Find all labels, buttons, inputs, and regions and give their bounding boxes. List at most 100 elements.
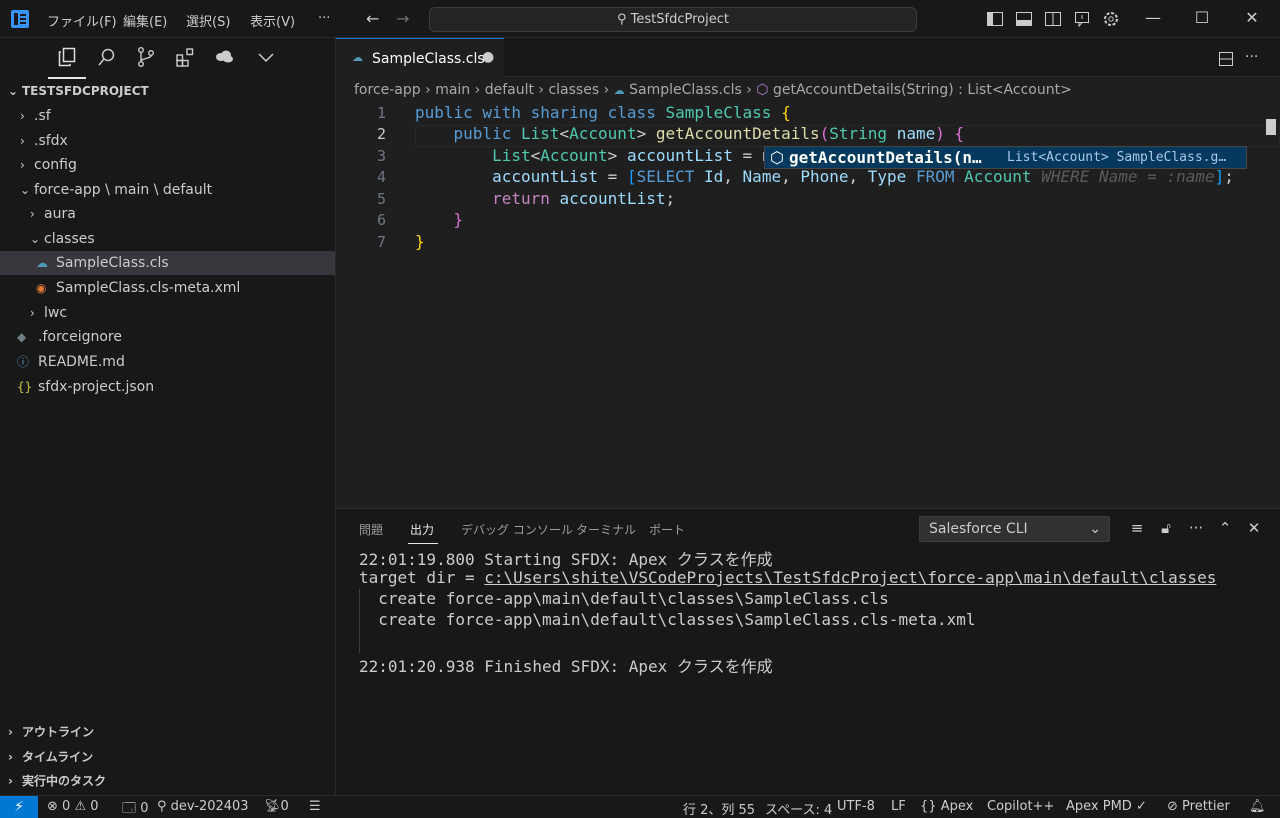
- tab-problems[interactable]: 問題: [359, 521, 383, 538]
- minimize-icon[interactable]: —: [1143, 8, 1163, 27]
- encoding[interactable]: UTF-8: [837, 799, 875, 814]
- breadcrumb-item[interactable]: SampleClass.cls: [629, 82, 742, 98]
- more-actions-icon[interactable]: ···: [1187, 519, 1205, 537]
- gear-icon[interactable]: [1102, 10, 1120, 28]
- more-actions-icon[interactable]: ···: [1245, 49, 1258, 65]
- tree-item-classes[interactable]: ⌄ classes: [0, 227, 335, 251]
- indentation[interactable]: スペース: 4: [765, 799, 832, 818]
- menu-lines-icon[interactable]: ☰: [309, 799, 321, 814]
- error-icon: ⊗: [47, 799, 58, 814]
- line-number: 1: [376, 104, 386, 122]
- vscode-logo-icon[interactable]: [10, 9, 30, 29]
- tab-terminal[interactable]: ターミナル: [576, 521, 636, 538]
- section-outline[interactable]: › アウトライン: [0, 720, 335, 744]
- chevron-right-icon: ›: [474, 82, 485, 98]
- menu-view[interactable]: 表示(V): [250, 11, 295, 30]
- tree-item-label: classes: [44, 231, 95, 247]
- menu-selection[interactable]: 選択(S): [186, 11, 230, 30]
- breadcrumb-item[interactable]: classes: [548, 82, 599, 98]
- back-arrow-icon[interactable]: ←: [366, 9, 379, 28]
- tree-item-label: SampleClass.cls: [56, 255, 169, 271]
- menu-edit[interactable]: 編集(E): [123, 11, 167, 30]
- tab-output[interactable]: 出力: [410, 521, 434, 538]
- tree-item-lwc[interactable]: › lwc: [0, 301, 335, 325]
- extensions-icon[interactable]: [174, 46, 196, 68]
- source-control-icon[interactable]: [135, 46, 157, 68]
- tab-sampleclass-cls[interactable]: ☁ SampleClass.cls ●: [336, 38, 504, 78]
- bottom-panel: 問題 出力 デバッグ コンソール ターミナル ポート Salesforce CL…: [336, 508, 1280, 795]
- section-timeline[interactable]: › タイムライン: [0, 745, 335, 769]
- tree-item-config[interactable]: › config: [0, 153, 335, 177]
- diamond-icon: ◆: [17, 330, 27, 344]
- menu-more[interactable]: ···: [318, 11, 330, 26]
- tree-item-sampleclass-meta[interactable]: ◉ SampleClass.cls-meta.xml: [0, 276, 335, 300]
- line-number: 3: [376, 147, 386, 165]
- tree-item-readme[interactable]: ⓘ README.md: [0, 350, 335, 374]
- search-icon[interactable]: [96, 46, 118, 68]
- plug-icon: ⚲: [157, 799, 167, 814]
- json-icon: {}: [17, 380, 33, 394]
- suggestion-widget[interactable]: ⬡ getAccountDetails(n… List<Account> Samp…: [764, 146, 1247, 169]
- tree-item-sf[interactable]: › .sf: [0, 104, 335, 128]
- breadcrumb-item[interactable]: main: [435, 82, 470, 98]
- eol[interactable]: LF: [891, 799, 906, 814]
- tree-item-label: .sfdx: [34, 133, 68, 149]
- tree-item-sfdx[interactable]: › .sfdx: [0, 129, 335, 153]
- breadcrumb-item[interactable]: default: [485, 82, 534, 98]
- remote-indicator-icon[interactable]: ⚡: [0, 796, 38, 818]
- output-channel-select[interactable]: Salesforce CLI ⌄: [919, 516, 1110, 542]
- target-dir-link[interactable]: c:\Users\shite\VSCodeProjects\TestSfdcPr…: [484, 568, 1216, 587]
- notifications-bell-icon[interactable]: 🔔︎: [1249, 799, 1266, 814]
- salesforce-file-icon: ☁: [352, 51, 363, 64]
- section-running-tasks[interactable]: › 実行中のタスク: [0, 769, 335, 793]
- forward-arrow-icon[interactable]: →: [396, 9, 409, 28]
- feedback-icon[interactable]: [1073, 10, 1091, 28]
- tree-item-aura[interactable]: › aura: [0, 202, 335, 226]
- tree-item-sfdx-project[interactable]: {} sfdx-project.json: [0, 375, 335, 399]
- command-center-search[interactable]: ⚲ TestSfdcProject: [429, 7, 917, 32]
- chevron-down-icon: ⌄: [8, 84, 19, 98]
- editor-tab-bar: ☁ SampleClass.cls ● ···: [336, 38, 1280, 78]
- ports-indicator[interactable]: 🗔︎ 0: [122, 799, 149, 818]
- language-mode[interactable]: {} Apex: [920, 799, 973, 814]
- chevron-down-icon[interactable]: [255, 46, 277, 68]
- toggle-secondary-sidebar-icon[interactable]: [1044, 10, 1062, 28]
- breadcrumb-item[interactable]: getAccountDetails(String) : List<Account…: [773, 82, 1072, 98]
- maximize-icon[interactable]: ☐: [1192, 8, 1212, 27]
- tree-item-label: force-app \ main \ default: [34, 182, 213, 198]
- menu-file[interactable]: ファイル(F): [47, 11, 117, 30]
- breadcrumb-item[interactable]: force-app: [354, 82, 421, 98]
- tree-item-sampleclass-cls[interactable]: ☁ SampleClass.cls: [0, 251, 335, 275]
- close-panel-icon[interactable]: ✕: [1245, 519, 1263, 537]
- broadcast-indicator[interactable]: 📡︎0: [264, 799, 289, 814]
- org-indicator[interactable]: ⚲ dev-202403: [157, 799, 249, 814]
- prettier-status[interactable]: ⊘ Prettier: [1167, 799, 1230, 814]
- unsaved-dot-icon[interactable]: ●: [482, 49, 494, 65]
- tree-item-forceignore[interactable]: ◆ .forceignore: [0, 325, 335, 349]
- clear-output-icon[interactable]: ≡: [1128, 519, 1146, 537]
- line-number: 4: [376, 168, 386, 186]
- apex-pmd-status[interactable]: Apex PMD ✓: [1066, 799, 1147, 814]
- copilot-status[interactable]: Copilot++: [987, 799, 1054, 814]
- cursor-position[interactable]: 行 2、列 55: [683, 799, 755, 818]
- scrollbar-marker[interactable]: [1266, 119, 1276, 135]
- chevron-right-icon: ›: [603, 82, 614, 98]
- chevron-right-icon: ›: [538, 82, 549, 98]
- problems-indicator[interactable]: ⊗ 0 ⚠ 0: [47, 799, 99, 814]
- sidebar: ⌄ TESTSFDCPROJECT › .sf › .sfdx › config ⌄ fo…: [0, 38, 336, 795]
- toggle-primary-sidebar-icon[interactable]: [986, 10, 1004, 28]
- maximize-panel-icon[interactable]: ⌃: [1216, 519, 1234, 537]
- explorer-root[interactable]: ⌄ TESTSFDCPROJECT: [8, 84, 149, 98]
- close-icon[interactable]: ✕: [1242, 8, 1262, 27]
- explorer-icon[interactable]: [56, 46, 78, 68]
- tab-ports[interactable]: ポート: [649, 521, 685, 538]
- chevron-right-icon: ›: [20, 109, 25, 123]
- lock-icon[interactable]: 🔓︎: [1157, 519, 1175, 537]
- tree-item-force-app[interactable]: ⌄ force-app \ main \ default: [0, 178, 335, 202]
- split-editor-icon[interactable]: [1217, 50, 1235, 68]
- tab-debug-console[interactable]: デバッグ コンソール: [461, 521, 573, 538]
- toggle-panel-icon[interactable]: [1015, 10, 1033, 28]
- rss-xml-icon: ◉: [36, 281, 47, 295]
- salesforce-cloud-icon[interactable]: [213, 46, 235, 68]
- chevron-right-icon: ›: [8, 774, 13, 788]
